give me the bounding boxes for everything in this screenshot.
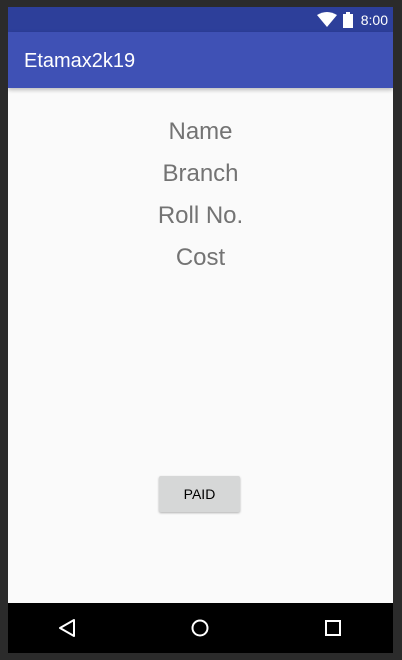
status-bar: 8:00 <box>8 7 393 32</box>
phone-screen: 8:00 Etamax2k19 Name Branch Roll No. Cos… <box>8 7 393 653</box>
device-frame: 8:00 Etamax2k19 Name Branch Roll No. Cos… <box>0 0 402 660</box>
paid-button[interactable]: PAID <box>159 476 240 512</box>
name-label: Name <box>168 118 233 145</box>
branch-label: Branch <box>162 160 239 187</box>
recents-button[interactable] <box>309 603 357 653</box>
app-bar: Etamax2k19 <box>8 32 393 88</box>
roll-no-label: Roll No. <box>157 202 244 229</box>
home-icon <box>190 618 210 638</box>
app-title: Etamax2k19 <box>24 50 136 72</box>
cost-label: Cost <box>175 244 226 271</box>
recents-icon <box>324 619 342 637</box>
home-button[interactable] <box>176 603 224 653</box>
wifi-icon <box>316 11 337 28</box>
back-button[interactable] <box>43 603 91 653</box>
navigation-bar <box>8 603 393 653</box>
back-icon <box>58 618 76 638</box>
status-icons: 8:00 <box>316 7 388 32</box>
battery-icon <box>342 11 353 28</box>
main-content: Name Branch Roll No. Cost PAID <box>8 88 393 603</box>
status-time: 8:00 <box>360 11 388 28</box>
